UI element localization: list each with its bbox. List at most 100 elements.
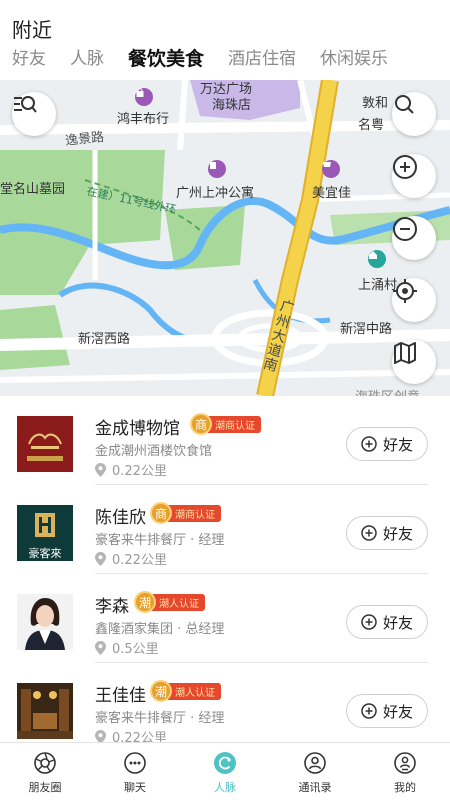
shopping-pin-icon[interactable] [135,88,153,106]
list-item[interactable]: 王佳佳 潮 潮人认证 豪客来牛排餐厅 · 经理 0.22公里 好友 [0,663,450,742]
contact-name: 陈佳欣 [95,508,146,528]
avatar-caption: 豪客來 [28,547,62,560]
location-pin-icon [95,551,106,566]
zoom-out-button[interactable] [392,216,436,260]
avatar [17,416,73,472]
locate-icon [393,279,417,303]
nav-item-connections[interactable]: 人脉 [180,743,270,800]
add-friend-label: 好友 [382,702,413,721]
add-friend-label: 好友 [382,524,413,543]
map-label-cemetery: 堂名山墓园 [0,182,66,197]
list-item[interactable]: 豪客來 陈佳欣 商 潮商认证 豪客来牛排餐厅 · 经理 0.22公里 好友 [0,485,450,574]
add-friend-button[interactable]: 好友 [346,694,428,728]
restaurant-logo-haokelai [17,505,73,547]
distance-value: 0.22公里 [112,731,167,742]
list-item[interactable]: 李森 潮 潮人认证 鑫隆酒家集团 · 总经理 0.5公里 好友 [0,574,450,663]
map-mode-button[interactable] [392,340,436,384]
badge-label: 潮人认证 [168,682,221,700]
nav-label: 聊天 [124,781,146,794]
certification-badge: 潮 潮人认证 [150,680,221,702]
contact-name: 李森 [95,597,129,617]
contact-subtitle: 鑫隆酒家集团 · 总经理 [95,622,225,637]
restaurant-logo-jincheng [17,416,73,472]
map-label-xinjiao-middle: 新滘中路 [340,322,393,337]
badge-icon: 潮 [150,680,172,702]
village-pin-icon[interactable] [368,250,386,268]
locate-button[interactable] [392,278,436,322]
contact-subtitle: 豪客来牛排餐厅 · 经理 [95,711,225,726]
distance: 0.22公里 [95,460,167,479]
zoom-out-icon [393,217,417,241]
map-label-yijing-road: 逸景路 [64,129,105,149]
map-label-xinjiao-west: 新滘西路 [78,332,131,347]
nav-label: 通讯录 [298,781,332,794]
contacts-icon [214,752,236,774]
location-pin-icon [95,729,106,742]
location-pin-icon [95,462,106,477]
list-search-icon [14,96,37,113]
distance-value: 0.22公里 [112,553,167,568]
nav-item-profile[interactable]: 我的 [360,743,450,800]
tab-connections[interactable]: 人脉 [70,46,104,72]
badge-icon: 潮 [134,591,156,613]
avatar [17,594,73,650]
zoom-in-icon [393,155,417,179]
location-pin-icon [95,640,106,655]
list-item[interactable]: 金成博物馆 商 潮商认证 金成潮州酒楼饮食馆 0.22公里 好友 [0,396,450,485]
tab-friends[interactable]: 好友 [12,46,46,72]
tab-dining[interactable]: 餐饮美食 [128,46,205,72]
map-icon [394,342,416,364]
list-search-button[interactable] [12,92,56,136]
add-friend-label: 好友 [382,613,413,632]
nav-label: 我的 [394,781,416,794]
contact-name: 王佳佳 [95,686,146,706]
plus-circle-icon [361,436,377,452]
profile-icon [394,752,416,774]
distance: 0.22公里 [95,549,167,568]
address-book-icon [304,752,326,774]
tab-leisure[interactable]: 休闲娱乐 [320,46,388,72]
badge-icon: 商 [150,502,172,524]
add-friend-button[interactable]: 好友 [346,605,428,639]
plus-circle-icon [361,703,377,719]
plus-circle-icon [361,614,377,630]
nav-label: 朋友圈 [28,781,62,794]
category-tabs: 好友 人脉 餐饮美食 酒店住宿 休闲娱乐 [12,46,412,72]
tab-dining-label: 餐饮美食 [128,48,205,70]
nav-item-address-book[interactable]: 通讯录 [270,743,360,800]
badge-icon: 商 [190,413,212,435]
distance-value: 0.5公里 [112,642,159,657]
add-friend-button[interactable]: 好友 [346,427,428,461]
nav-item-moments[interactable]: 朋友圈 [0,743,90,800]
distance: 0.5公里 [95,638,159,657]
search-icon [395,95,414,114]
plus-circle-icon [361,525,377,541]
camera-icon [34,752,56,774]
add-friend-label: 好友 [382,435,413,454]
store-pin-icon[interactable] [322,160,340,178]
map-label-mingyue: 名粤 [358,118,385,133]
add-friend-button[interactable]: 好友 [346,516,428,550]
header: 附近 好友 人脉 餐饮美食 酒店住宿 休闲娱乐 [0,0,450,80]
search-button[interactable] [392,92,436,136]
restaurant-interior-photo [17,683,73,739]
map-label-dunhe: 敦和 [362,96,389,111]
tab-hotels[interactable]: 酒店住宿 [228,46,296,72]
contact-subtitle: 豪客来牛排餐厅 · 经理 [95,533,225,548]
certification-badge: 商 潮商认证 [150,502,221,524]
map-label-haizhu-bottom: 海珠区创意 [355,386,420,396]
avatar: 豪客來 [17,505,73,561]
person-photo [17,594,73,650]
certification-badge: 潮 潮人认证 [134,591,205,613]
apartment-pin-icon[interactable] [208,160,226,178]
contact-subtitle: 金成潮州酒楼饮食馆 [95,444,213,459]
distance-value: 0.22公里 [112,464,167,479]
map-view[interactable]: 万达广场 海珠店 鸿丰布行 逸景路 堂名山墓园 在建）11号线外环 广州上冲公寓… [0,80,450,396]
badge-label: 潮商认证 [168,504,221,522]
avatar [17,683,73,739]
zoom-in-button[interactable] [392,154,436,198]
nav-item-chat[interactable]: 聊天 [90,743,180,800]
certification-badge: 商 潮商认证 [190,413,261,435]
badge-label: 潮人认证 [152,593,205,611]
map-label-hongfeng: 鸿丰布行 [117,112,170,127]
